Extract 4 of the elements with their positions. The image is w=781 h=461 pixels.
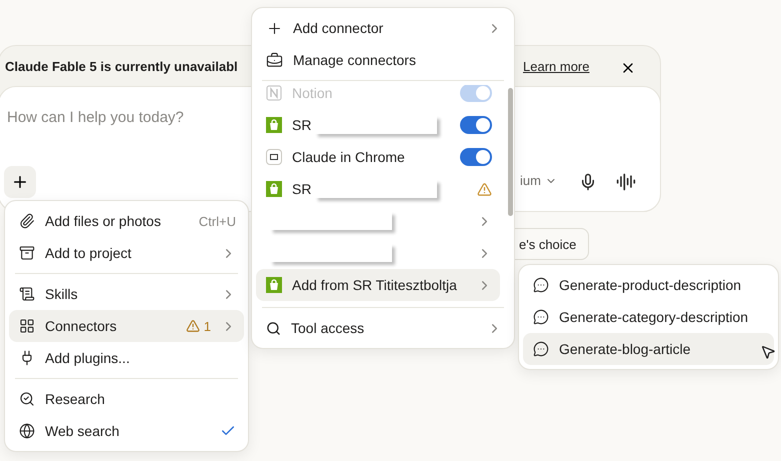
warning-count: 1 <box>186 318 211 334</box>
prompt-placeholder: How can I help you today? <box>7 109 184 126</box>
shortcut-text: Ctrl+U <box>198 214 236 228</box>
banner-text: Claude Fable 5 is currently unavailabl <box>5 58 238 74</box>
